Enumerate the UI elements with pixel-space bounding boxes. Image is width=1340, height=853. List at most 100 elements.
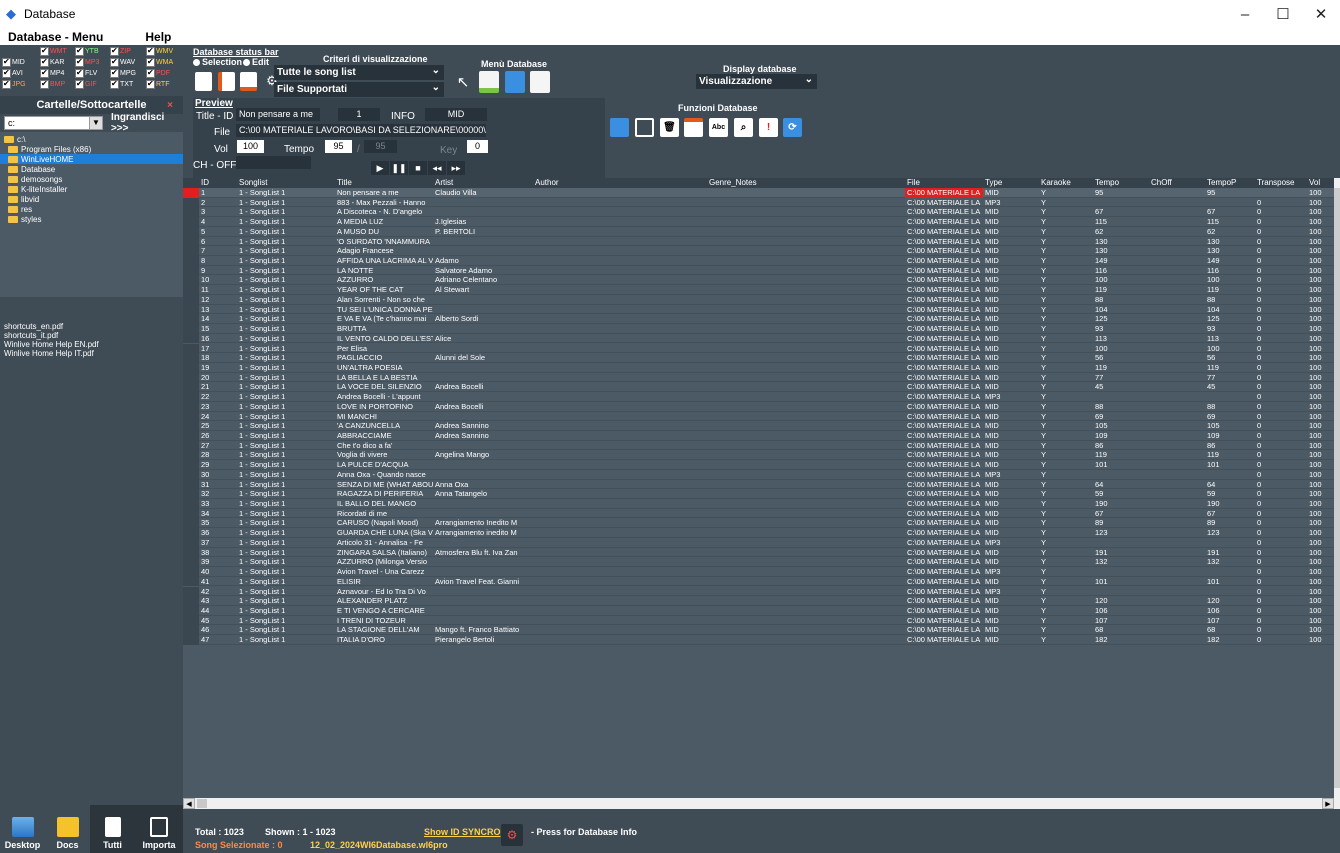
- table-cell[interactable]: 1 - SongList 1: [237, 324, 337, 334]
- table-cell[interactable]: 100: [1307, 509, 1334, 519]
- table-cell[interactable]: MID: [983, 334, 1039, 344]
- table-cell[interactable]: C:\00 MATERIALE LA: [905, 324, 983, 334]
- table-cell[interactable]: C:\00 MATERIALE LA: [905, 392, 983, 402]
- table-cell[interactable]: Y: [1039, 625, 1093, 635]
- row-indicator[interactable]: [183, 605, 199, 616]
- table-cell[interactable]: MID: [983, 489, 1039, 499]
- row-indicator[interactable]: [183, 421, 199, 431]
- table-cell[interactable]: [707, 382, 881, 392]
- table-cell[interactable]: Adriano Celentano: [433, 275, 531, 285]
- table-cell[interactable]: C:\00 MATERIALE LA: [905, 295, 983, 305]
- table-cell[interactable]: Y: [1039, 557, 1093, 567]
- table-cell[interactable]: 1 - SongList 1: [237, 256, 337, 266]
- table-cell[interactable]: 1 - SongList 1: [237, 285, 337, 295]
- table-cell[interactable]: [1205, 198, 1255, 208]
- table-cell[interactable]: 0: [1255, 625, 1307, 635]
- table-cell[interactable]: C:\00 MATERIALE LA: [905, 489, 983, 499]
- table-cell[interactable]: 0: [1255, 256, 1307, 266]
- table-row[interactable]: 19 1 - SongList 1 UN'ALTRA POESIA C:\00 MAT…: [183, 362, 1334, 373]
- table-cell[interactable]: Y: [1039, 616, 1093, 626]
- table-cell[interactable]: [433, 441, 531, 451]
- table-cell[interactable]: 100: [1307, 207, 1334, 217]
- table-cell[interactable]: 125: [1093, 314, 1149, 324]
- table-cell[interactable]: 106: [1205, 606, 1255, 616]
- table-cell[interactable]: [533, 577, 707, 587]
- folder-tree-item[interactable]: res: [0, 204, 183, 214]
- table-cell[interactable]: 130: [1093, 246, 1149, 256]
- row-indicator[interactable]: [183, 382, 199, 393]
- table-cell[interactable]: [533, 470, 707, 480]
- table-cell[interactable]: [1149, 344, 1205, 354]
- table-cell[interactable]: ITALIA D'ORO: [335, 635, 433, 645]
- checkbox-icon[interactable]: [110, 57, 119, 67]
- table-cell[interactable]: [433, 344, 531, 354]
- table-cell[interactable]: MID: [983, 266, 1039, 276]
- table-row[interactable]: 23 1 - SongList 1 LOVE IN PORTOFINO Andrea …: [183, 401, 1334, 412]
- table-cell[interactable]: Y: [1039, 635, 1093, 645]
- table-row[interactable]: 12 1 - SongList 1 Alan Sorrenti - Non so c…: [183, 294, 1334, 305]
- row-indicator[interactable]: [183, 256, 199, 266]
- table-cell[interactable]: 119: [1093, 363, 1149, 373]
- table-cell[interactable]: 191: [1093, 548, 1149, 558]
- table-cell[interactable]: C:\00 MATERIALE LA: [905, 275, 983, 285]
- table-cell[interactable]: 88: [1093, 402, 1149, 412]
- checkbox-icon[interactable]: [110, 46, 119, 56]
- table-cell[interactable]: 95: [1205, 188, 1255, 198]
- table-cell[interactable]: Y: [1039, 518, 1093, 528]
- table-cell[interactable]: MP3: [983, 567, 1039, 577]
- table-cell[interactable]: 0: [1255, 480, 1307, 490]
- table-cell[interactable]: 100: [1307, 412, 1334, 422]
- table-cell[interactable]: 106: [1093, 606, 1149, 616]
- folder-tree-item[interactable]: c:\: [0, 134, 183, 144]
- table-cell[interactable]: [533, 392, 707, 402]
- table-cell[interactable]: 1 - SongList 1: [237, 227, 337, 237]
- table-cell[interactable]: Y: [1039, 480, 1093, 490]
- table-cell[interactable]: [707, 441, 881, 451]
- table-cell[interactable]: Avion Travel - Una Carezz: [335, 567, 433, 577]
- table-cell[interactable]: MID: [983, 518, 1039, 528]
- table-cell[interactable]: MID: [983, 548, 1039, 558]
- table-cell[interactable]: 18: [199, 353, 237, 363]
- row-indicator[interactable]: [183, 450, 199, 461]
- table-cell[interactable]: [1205, 470, 1255, 480]
- table-cell[interactable]: [707, 431, 881, 441]
- table-cell[interactable]: C:\00 MATERIALE LA: [905, 460, 983, 470]
- table-cell[interactable]: 86: [1205, 441, 1255, 451]
- table-cell[interactable]: [533, 635, 707, 645]
- column-header[interactable]: Author: [533, 178, 707, 188]
- search-icon[interactable]: ⌕: [734, 118, 753, 137]
- table-cell[interactable]: A Discoteca - N. D'angelo: [335, 207, 433, 217]
- table-cell[interactable]: [707, 402, 881, 412]
- table-cell[interactable]: MID: [983, 363, 1039, 373]
- filetype-checkbox[interactable]: WMA: [146, 57, 173, 67]
- table-cell[interactable]: ABBRACCIAME: [335, 431, 433, 441]
- table-cell[interactable]: 100: [1307, 188, 1334, 198]
- filetype-checkbox[interactable]: RTF: [146, 79, 169, 89]
- table-cell[interactable]: 67: [1093, 207, 1149, 217]
- table-cell[interactable]: [533, 499, 707, 509]
- table-cell[interactable]: [533, 412, 707, 422]
- table-cell[interactable]: 67: [1205, 509, 1255, 519]
- table-cell[interactable]: [533, 625, 707, 635]
- table-cell[interactable]: 37: [199, 538, 237, 548]
- table-cell[interactable]: C:\00 MATERIALE LA: [905, 246, 983, 256]
- table-cell[interactable]: 1 - SongList 1: [237, 314, 337, 324]
- table-cell[interactable]: 1 - SongList 1: [237, 373, 337, 383]
- table-cell[interactable]: [707, 266, 881, 276]
- checkbox-icon[interactable]: [40, 57, 49, 67]
- table-cell[interactable]: MID: [983, 577, 1039, 587]
- table-cell[interactable]: Y: [1039, 528, 1093, 538]
- table-cell[interactable]: [1149, 441, 1205, 451]
- filetype-checkbox[interactable]: MPG: [110, 68, 136, 78]
- column-header[interactable]: Vol: [1307, 178, 1334, 188]
- table-cell[interactable]: I TRENI DI TOZEUR: [335, 616, 433, 626]
- table-row[interactable]: 17 1 - SongList 1 Per Elisa C:\00 MATERIALE…: [183, 343, 1334, 354]
- table-row[interactable]: 81 - SongList 1 AFFIDA UNA LACRIMA AL VE A…: [183, 256, 1334, 266]
- table-cell[interactable]: [433, 324, 531, 334]
- table-cell[interactable]: [533, 207, 707, 217]
- table-cell[interactable]: 0: [1255, 266, 1307, 276]
- table-cell[interactable]: 119: [1093, 285, 1149, 295]
- table-cell[interactable]: C:\00 MATERIALE LA: [905, 431, 983, 441]
- table-cell[interactable]: 20: [199, 373, 237, 383]
- row-indicator[interactable]: [183, 625, 199, 636]
